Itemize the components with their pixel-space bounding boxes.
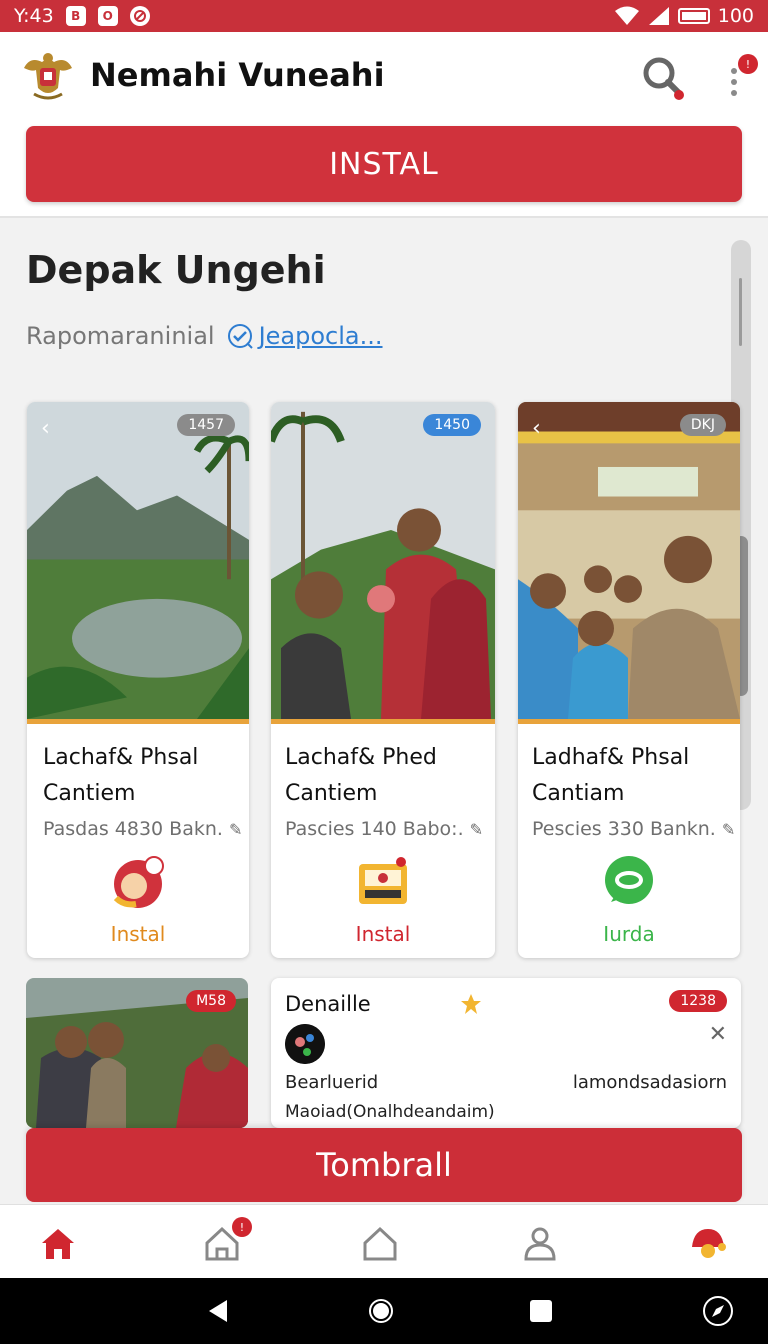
- card-badge: 1450: [423, 414, 481, 436]
- card-action-label[interactable]: Instal: [27, 922, 249, 946]
- edit-icon: ✎: [721, 820, 736, 839]
- card-meta: Pascies 140 Babo:. ✎: [285, 818, 485, 840]
- battery-level: 100: [717, 5, 754, 27]
- card-badge: 1457: [177, 414, 235, 436]
- app-header: Nemahi Vuneahi ! INSTAL: [0, 32, 768, 218]
- compass-icon[interactable]: [702, 1295, 734, 1327]
- message-icon: O: [97, 6, 118, 26]
- card-title: Ladhaf& Phsal Cantiam: [532, 745, 690, 806]
- card-meta-text: Pasdas 4830 Bakn.: [43, 818, 223, 840]
- recents-icon[interactable]: [528, 1298, 554, 1324]
- primary-action-button[interactable]: Tombrall: [26, 1128, 742, 1202]
- notice-title: Denaille: [285, 992, 371, 1016]
- card-photo-people: [271, 402, 495, 724]
- app-card[interactable]: ‹ 1457 Lachaf& Phsal Cantiem Pasdas 4830…: [27, 402, 249, 958]
- back-icon[interactable]: [205, 1298, 231, 1324]
- app-notification-icon: [129, 6, 150, 26]
- chevron-left-icon[interactable]: ‹: [532, 416, 541, 441]
- notice-badge: 1238: [669, 990, 727, 1012]
- status-right: 100: [614, 5, 754, 27]
- scrollbar-marker: [739, 278, 742, 346]
- card-badge: M58: [186, 990, 236, 1012]
- card-photo-building: [518, 402, 740, 724]
- menu-badge: !: [738, 54, 758, 74]
- home-circle-icon[interactable]: [368, 1298, 394, 1324]
- chat-app-icon: [605, 856, 653, 904]
- profile-icon[interactable]: [520, 1223, 560, 1263]
- bottom-nav: !: [0, 1204, 768, 1278]
- signal-icon: [648, 7, 669, 25]
- avatar: [285, 1024, 325, 1064]
- verified-icon: [227, 324, 253, 349]
- notice-left-text: Bearluerid: [285, 1072, 379, 1093]
- garuda-emblem-icon: [24, 53, 72, 100]
- star-icon: [461, 994, 481, 1014]
- close-icon[interactable]: ✕: [709, 1022, 727, 1047]
- status-time: Y:43: [14, 5, 54, 27]
- battery-icon: [677, 8, 710, 24]
- nav-badge: !: [232, 1217, 252, 1237]
- section-link-text: Jeapocla...: [258, 322, 383, 350]
- status-bar: Y:43 B O 100: [0, 0, 768, 32]
- card-meta-text: Pescies 330 Bankn.: [532, 818, 716, 840]
- card-action-label[interactable]: Iurda: [518, 922, 740, 946]
- section-subtitle-row: Rapomaraninial Jeapocla...: [26, 322, 383, 350]
- app-card[interactable]: ‹ DKJ Ladhaf& Phsal Cantiam Pescies 330 …: [518, 402, 740, 958]
- photo-card[interactable]: M58: [26, 978, 248, 1128]
- card-meta: Pescies 330 Bankn. ✎: [532, 818, 735, 840]
- notice-right-text: lamondsadasiorn: [572, 1072, 727, 1093]
- section-link[interactable]: Jeapocla...: [227, 322, 383, 350]
- card-photo-landscape: [27, 402, 249, 724]
- app-icon-red-circle: [113, 856, 164, 908]
- notification-icon: B: [65, 6, 86, 26]
- system-nav-bar: [0, 1278, 768, 1344]
- card-title: Lachaf& Phsal Cantiem: [43, 745, 199, 806]
- card-meta: Pasdas 4830 Bakn. ✎: [43, 818, 243, 840]
- edit-icon: ✎: [229, 820, 243, 839]
- home-outline-icon[interactable]: [360, 1223, 400, 1263]
- notice-description: Maoiad(Onalhdeandaim): [285, 1102, 495, 1122]
- app-title: Nemahi Vuneahi: [90, 56, 385, 94]
- mascot-icon[interactable]: [688, 1223, 728, 1263]
- card-meta-text: Pascies 140 Babo:.: [285, 818, 464, 840]
- install-button[interactable]: INSTAL: [26, 126, 742, 202]
- app-card[interactable]: 1450 Lachaf& Phed Cantiem Pascies 140 Ba…: [271, 402, 495, 958]
- card-title: Lachaf& Phed Cantiem: [285, 745, 437, 806]
- chevron-left-icon[interactable]: ‹: [41, 416, 50, 441]
- section-subtitle: Rapomaraninial: [26, 322, 215, 350]
- wifi-icon: [614, 6, 639, 25]
- radio-app-icon: [359, 857, 407, 904]
- search-indicator-dot: [674, 90, 684, 100]
- home-icon[interactable]: [38, 1223, 78, 1263]
- edit-icon: ✎: [469, 820, 484, 839]
- card-action-label[interactable]: Instal: [271, 922, 495, 946]
- section-title: Depak Ungehi: [26, 248, 326, 292]
- card-badge: DKJ: [679, 414, 726, 436]
- notice-card[interactable]: Denaille 1238 ✕ Bearluerid lamondsadasio…: [271, 978, 741, 1128]
- status-left: Y:43 B O: [14, 5, 150, 27]
